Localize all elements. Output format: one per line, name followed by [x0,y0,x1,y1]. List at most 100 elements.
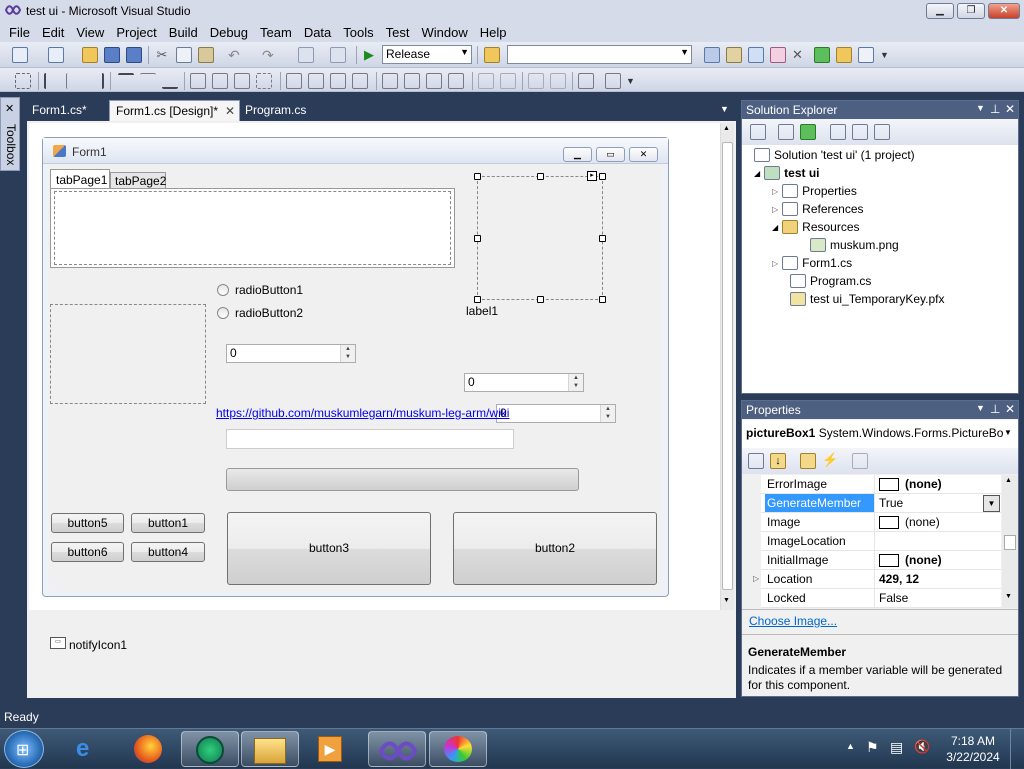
send-to-back-icon[interactable] [550,73,566,89]
remove-horizontal-spacing-icon[interactable] [352,73,368,89]
notify-icon1[interactable]: notifyIcon1 [69,638,127,652]
align-centers-icon[interactable] [66,73,82,89]
pin-icon[interactable]: ⊥ [990,102,1000,116]
new-project-icon[interactable] [12,47,28,63]
taskbar-explorer[interactable] [241,731,299,767]
action-center-flag-icon[interactable]: ⚑ [866,739,879,756]
prop-row-locked[interactable]: Locked False [761,589,1001,608]
scroll-thumb[interactable] [722,142,733,590]
menu-project[interactable]: Project [110,25,162,40]
prop-dropdown-icon[interactable]: ▼ [983,495,1000,512]
textbox1[interactable] [226,429,514,449]
show-desktop-button[interactable] [1010,729,1024,769]
align-to-grid-icon[interactable] [15,73,31,89]
button2[interactable]: button2 [453,512,657,585]
resize-handle-s[interactable] [537,296,544,303]
menu-debug[interactable]: Debug [204,25,254,40]
copy-icon[interactable] [176,47,192,63]
form-minimize-button[interactable]: ▁ [563,147,592,162]
expand-arrow-icon[interactable]: ▷ [753,574,759,583]
toolbox-window-icon[interactable] [770,47,786,63]
tree-muskum-png[interactable]: muskum.png [810,236,899,254]
show-all-files-icon[interactable] [778,124,794,140]
numeric-updown1[interactable]: 0 ▲ ▼ [226,344,356,363]
align-lefts-icon[interactable] [44,73,60,89]
taskbar-media-player[interactable]: ▶ [302,731,360,767]
vertical-spacing-equal-icon[interactable] [382,73,398,89]
layout-toolbar-options-icon[interactable]: ▼ [626,73,642,89]
prop-row-image[interactable]: Image (none) [761,513,1001,532]
command-window-icon[interactable] [858,47,874,63]
pin-icon[interactable]: ⊥ [990,402,1000,416]
network-icon[interactable]: ▤ [890,739,903,756]
taskbar-media-app[interactable] [181,731,239,767]
button3[interactable]: button3 [227,512,431,585]
radio-button2-circle[interactable] [217,307,229,319]
tab-order-icon[interactable] [578,73,594,89]
tree-references[interactable]: ▷ References [772,200,864,218]
align-middles-icon[interactable] [140,73,156,89]
view-class-diagram-icon[interactable] [874,124,890,140]
properties-scrollbar[interactable]: ▲ ▼ [1002,475,1018,608]
menu-file[interactable]: File [3,25,36,40]
prop-row-generatemember[interactable]: GenerateMember True ▼ [761,494,1001,513]
resize-handle-n[interactable] [537,173,544,180]
tree-program-cs[interactable]: Program.cs [790,272,871,290]
align-bottoms-icon[interactable] [162,73,178,89]
navigate-backward-icon[interactable] [298,47,314,63]
make-same-height-icon[interactable] [212,73,228,89]
tab-list-dropdown-icon[interactable]: ▼ [720,104,729,114]
save-all-icon[interactable] [126,47,142,63]
expanded-arrow-icon[interactable]: ◢ [754,169,760,178]
tab-page2[interactable]: tabPage2 [110,172,166,189]
scroll-thumb[interactable] [1004,535,1016,550]
view-designer-icon[interactable] [852,124,868,140]
lock-controls-icon[interactable] [605,73,621,89]
resize-handle-w[interactable] [474,235,481,242]
toolbar-options-icon[interactable]: ▼ [880,47,896,63]
prop-value[interactable]: 429, 12 [874,570,1001,589]
menu-window[interactable]: Window [415,25,473,40]
smart-tag-icon[interactable]: ▸ [587,171,597,181]
expanded-arrow-icon[interactable]: ◢ [772,223,778,232]
tree-resources[interactable]: ◢ Resources [772,218,860,236]
open-file-icon[interactable] [82,47,98,63]
numeric-updown2-spinner[interactable]: ▲ ▼ [568,374,583,391]
panel1[interactable] [50,304,206,404]
taskbar-paint[interactable] [429,731,487,767]
find-in-files-icon[interactable] [484,47,500,63]
cut-icon[interactable]: ✂ [154,47,170,63]
menu-edit[interactable]: Edit [36,25,70,40]
close-tab-icon[interactable]: ✕ [225,104,235,118]
object-selector-dropdown-icon[interactable]: ▼ [1004,428,1012,437]
solution-explorer-icon[interactable] [704,47,720,63]
tree-temporary-key[interactable]: test ui_TemporaryKey.pfx [790,290,945,308]
tools-icon[interactable]: ✕ [792,47,808,63]
designer-vertical-scrollbar[interactable]: ▲ ▼ [720,123,734,610]
alphabetical-icon[interactable]: ↓ [770,453,786,469]
prop-row-location[interactable]: ▷ Location 429, 12 [753,570,1001,589]
tab-page1[interactable]: tabPage1 [50,169,110,189]
categorized-icon[interactable] [748,453,764,469]
minimize-button[interactable]: ▁ [926,3,954,19]
scroll-down-icon[interactable]: ▼ [723,597,730,604]
decrease-horizontal-spacing-icon[interactable] [330,73,346,89]
picturebox1[interactable] [477,176,603,300]
make-same-width-icon[interactable] [190,73,206,89]
navigate-forward-icon[interactable] [330,47,346,63]
button1[interactable]: button1 [131,513,205,533]
scroll-up-icon[interactable]: ▲ [1005,477,1012,484]
numeric-updown2[interactable]: 0 ▲ ▼ [464,373,584,392]
align-tops-icon[interactable] [118,73,134,89]
paste-icon[interactable] [198,47,214,63]
close-button[interactable]: ✕ [988,3,1020,19]
increase-vertical-spacing-icon[interactable] [404,73,420,89]
make-same-size-icon[interactable] [234,73,250,89]
view-code-icon[interactable] [830,124,846,140]
scroll-down-icon[interactable]: ▼ [1005,593,1012,600]
center-vertically-icon[interactable] [500,73,516,89]
menu-test[interactable]: Test [380,25,416,40]
events-icon[interactable]: ⚡ [822,452,838,468]
properties-icon[interactable] [750,124,766,140]
prop-row-imagelocation[interactable]: ImageLocation [761,532,1001,551]
